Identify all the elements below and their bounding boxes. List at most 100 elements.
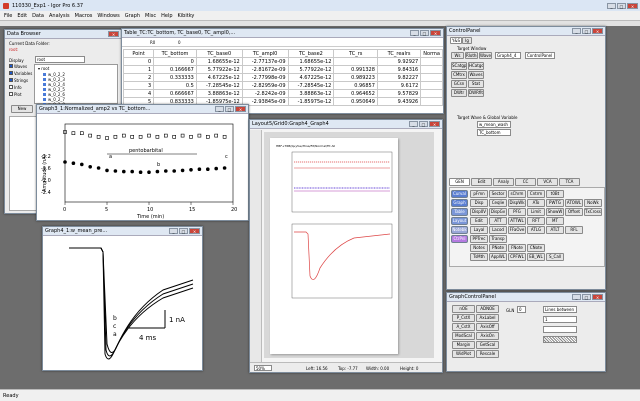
table-cell[interactable]: 0.166667: [153, 65, 197, 74]
column-header[interactable]: TC_ampl0: [241, 49, 289, 58]
column-header[interactable]: Norma: [420, 49, 443, 58]
layout-tool-palette[interactable]: [250, 130, 262, 370]
table-cell[interactable]: 0: [122, 57, 155, 66]
grid-button[interactable]: pFmn: [470, 190, 488, 198]
grid-button[interactable]: Ceqlie: [489, 199, 507, 207]
menu-macros[interactable]: Macros: [75, 13, 93, 19]
table-cell[interactable]: [420, 97, 443, 106]
grid-button[interactable]: Sector: [489, 190, 507, 198]
control-button[interactable]: Waves: [468, 71, 484, 79]
color-select[interactable]: [543, 326, 577, 333]
table-cell[interactable]: 0.333333: [153, 73, 197, 82]
grid-button[interactable]: Disp0V: [470, 208, 488, 216]
row-label-curval[interactable]: Curval: [451, 190, 468, 198]
close-icon[interactable]: ×: [627, 2, 638, 9]
control-button[interactable]: GCsn: [451, 80, 467, 88]
tab-ys[interactable]: Y&S: [450, 37, 462, 44]
minimize-icon[interactable]: _: [572, 294, 581, 300]
table-cell[interactable]: 0.950649: [333, 97, 378, 106]
table-cell[interactable]: 3: [122, 81, 155, 90]
table-cell[interactable]: 9.82227: [376, 73, 422, 82]
table-cell[interactable]: -7.28545e-12: [287, 81, 335, 90]
new-button[interactable]: New: [11, 105, 33, 113]
table-cell[interactable]: -7.28545e-12: [195, 81, 243, 90]
grid-button[interactable]: sChrm: [508, 190, 526, 198]
table-row[interactable]: 1 0.166667 5.77922e-12 -2.81672e-09 5.77922e…: [122, 65, 443, 74]
maximize-icon[interactable]: □: [582, 28, 591, 34]
row-label-ctrpnl[interactable]: CtrPnl: [451, 235, 468, 243]
close-icon[interactable]: ×: [592, 28, 603, 34]
table-window[interactable]: Table_TC:TC_bottom, TC_base0, TC_ampl0,.…: [121, 28, 444, 114]
grid-button[interactable]: CPFWL: [508, 253, 526, 261]
grid-button[interactable]: ATT: [489, 217, 507, 225]
section-tab-analy[interactable]: Analy: [493, 178, 514, 186]
line-size-field[interactable]: 1: [543, 316, 577, 323]
minimize-icon[interactable]: _: [572, 28, 581, 34]
close-icon[interactable]: ×: [108, 31, 119, 37]
grid-button[interactable]: t0Bt: [546, 190, 564, 198]
grid-button[interactable]: PNote: [489, 244, 507, 252]
grid-button[interactable]: Layal: [470, 226, 488, 234]
graph3-window[interactable]: Graph3_1:Normalized_amp2 vs TC_bottom...…: [36, 104, 249, 221]
table-cell[interactable]: -2.77998e-09: [241, 73, 289, 82]
checkbox-icon[interactable]: [9, 78, 13, 82]
table-cell[interactable]: 0.991328: [333, 65, 378, 74]
control-panel-window[interactable]: ControlPanel _ □ × Y&S Ig Target Window Ws R…: [446, 26, 606, 290]
table-cell[interactable]: 1.68655e-12: [287, 57, 335, 66]
table-cell[interactable]: 0.989223: [333, 73, 378, 82]
table-cell[interactable]: 4: [122, 89, 155, 98]
maximize-icon[interactable]: □: [225, 106, 234, 112]
grid-button[interactable]: NoWk: [584, 199, 602, 207]
section-tab-vca[interactable]: VCA: [537, 178, 558, 186]
grid-button[interactable]: AppWL: [489, 253, 507, 261]
menu-file[interactable]: File: [4, 13, 12, 19]
row-label-notebk[interactable]: Notebk: [451, 226, 468, 234]
grid-button[interactable]: Disp: [470, 199, 488, 207]
gcp-button[interactable]: WidPlot: [452, 350, 475, 358]
grid-button[interactable]: DispWk: [508, 199, 526, 207]
grid-button[interactable]: CNote: [527, 244, 545, 252]
grid-button[interactable]: RFT: [527, 217, 545, 225]
table-cell[interactable]: 4.67225e-12: [195, 73, 243, 82]
close-icon[interactable]: ×: [235, 106, 246, 112]
target-button[interactable]: Ws: [451, 52, 464, 59]
gcp-button[interactable]: Margin: [452, 341, 475, 349]
cell-editor[interactable]: R0 0: [122, 39, 443, 47]
grid-button[interactable]: PFG: [508, 208, 526, 216]
control-button[interactable]: SCatgp: [451, 62, 467, 70]
table-cell[interactable]: -2.93845e-09: [241, 97, 289, 106]
menu-graph[interactable]: Graph: [125, 13, 140, 19]
table-cell[interactable]: 1: [122, 65, 155, 74]
table-row[interactable]: 3 0.5 -7.28545e-12 -2.82959e-09 -7.28545e-12…: [122, 81, 443, 90]
menu-edit[interactable]: Edit: [17, 13, 27, 19]
grid-button[interactable]: MT: [546, 217, 564, 225]
section-tab-edit[interactable]: Edit: [471, 178, 492, 186]
grid-button[interactable]: EB_WL: [527, 253, 545, 261]
table-cell[interactable]: -2.82959e-09: [241, 81, 289, 90]
close-icon[interactable]: ×: [429, 121, 440, 127]
table-cell[interactable]: 9.6172: [376, 81, 422, 90]
table-cell[interactable]: [420, 89, 443, 98]
table-cell[interactable]: 5.77922e-12: [195, 65, 243, 74]
menu-kibitky[interactable]: Kibitky: [178, 13, 195, 19]
table-cell[interactable]: 0: [153, 57, 197, 66]
display-option-info[interactable]: Info: [9, 85, 22, 90]
gcp-button[interactable]: P_CstX: [452, 314, 475, 322]
zoom-select[interactable]: 50%: [254, 365, 272, 371]
table-row[interactable]: 0 0 1.68655e-12 -2.77137e-09 1.68655e-12 9.92…: [122, 57, 443, 66]
control-button[interactable]: HCatgo: [468, 62, 484, 70]
control-button[interactable]: Stat: [468, 80, 484, 88]
grid-button[interactable]: Limit: [527, 208, 545, 216]
graph-control-panel-window[interactable]: GraphControlPanel _ □ × nOE ADNOE P_CstX AxLab…: [446, 292, 606, 372]
table-cell[interactable]: -2.81672e-09: [241, 65, 289, 74]
section-tab-tca[interactable]: TCA: [559, 178, 580, 186]
grid-button[interactable]: ShowW: [546, 208, 564, 216]
traces-chart[interactable]: b c a 1 nA 4 ms: [43, 236, 202, 370]
minimize-icon[interactable]: _: [409, 121, 418, 127]
layout-window[interactable]: Layout5/Grid0:Graph4_Graph4 _ □ × HBF+T6B(0…: [249, 119, 443, 373]
grid-button[interactable]: ATTWL: [508, 217, 526, 225]
amplitude-chart[interactable]: 0 5 10 15 20-1.2-1.6-2.0-2.4Time (min)Amplit…: [37, 114, 248, 220]
table-cell[interactable]: -2.8242e-09: [241, 89, 289, 98]
row-label-table[interactable]: Table: [451, 208, 468, 216]
lines-select[interactable]: Lines between: [543, 306, 577, 313]
